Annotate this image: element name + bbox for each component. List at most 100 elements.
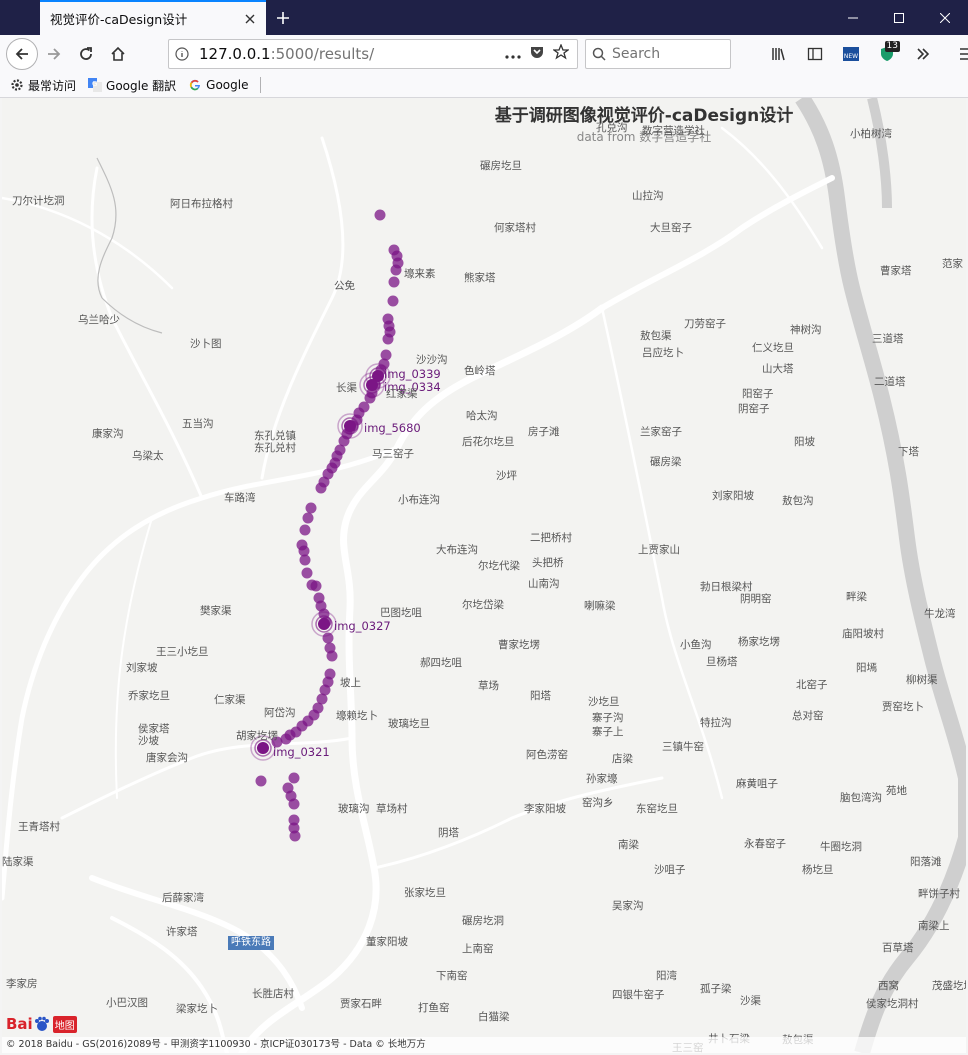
sample-point[interactable] [388,276,400,288]
map-title: 基于调研图像视觉评价-caDesign设计 [494,106,794,126]
bookmark-google[interactable]: Google [188,78,248,92]
close-icon [940,12,950,23]
plus-icon [277,12,289,24]
info-icon[interactable] [169,47,195,61]
bookmark-star-icon[interactable] [552,43,570,64]
place-label: 百草塔 [882,942,914,954]
place-label: 阳坡 [794,436,815,448]
highlighted-sample-point[interactable] [366,379,378,391]
bookmark-google-translate[interactable]: G Google 翻訳 [88,77,176,94]
library-icon[interactable] [764,39,794,69]
reload-button[interactable] [70,38,102,70]
place-label: 东窑圪旦 [636,803,678,815]
bookmark-label: Google 翻訳 [106,78,177,93]
place-label: 畔饼子村 [918,888,960,900]
page-actions-icon[interactable] [505,45,521,64]
sample-point[interactable] [374,209,386,221]
baidu-logo[interactable]: Bai 地图 [6,1015,77,1033]
tab-title: 视觉评价-caDesign设计 [50,12,188,27]
paw-icon [34,1016,49,1031]
sidebar-icon[interactable] [800,39,830,69]
browser-tab[interactable]: 视觉评价-caDesign设计 [40,0,266,35]
place-label: 寨子沟 [592,712,624,724]
place-label: 打鱼窑 [418,1002,450,1014]
place-label: 吕应圪卜 [642,347,684,359]
place-label: 畔梁 [846,591,867,603]
url-bar[interactable]: 127.0.0.1:5000/results/ [168,39,578,69]
forward-button[interactable] [38,38,70,70]
sample-point[interactable] [288,798,300,810]
place-label: 乌梁太 [132,450,164,462]
extension-badge: 13 [884,41,900,52]
arrow-left-icon [15,48,28,60]
highlighted-sample-point[interactable] [344,420,356,432]
place-label: 牛圈圪洞 [820,841,862,853]
overflow-chevron-icon[interactable] [908,39,938,69]
shield-extension-icon[interactable]: 13 [872,39,902,69]
sample-point[interactable] [288,772,300,784]
new-tab-button[interactable] [270,5,296,31]
highlighted-sample-point[interactable] [257,742,269,754]
sample-point[interactable] [382,333,394,345]
url-text[interactable]: 127.0.0.1:5000/results/ [195,45,505,63]
place-label: 沙圪旦 [588,696,620,708]
maximize-icon [894,12,904,23]
sample-point[interactable] [299,524,311,536]
place-label: 南梁上 [918,920,950,932]
sample-point[interactable] [301,567,313,579]
home-button[interactable] [102,38,134,70]
minimize-icon [848,17,858,18]
place-label: 乔家圪旦 [128,690,170,702]
place-label: 樊家渠 [200,605,232,617]
place-label: 长胜店村 [252,988,294,1000]
close-tab-icon[interactable] [238,7,262,31]
place-label: 北窑子 [796,679,828,691]
place-label: 色岭塔 [464,365,496,377]
place-label: 孔兑沟 [596,122,628,134]
news-extension-icon[interactable]: NEW [836,39,866,69]
sample-point[interactable] [310,580,322,592]
search-bar[interactable]: Search [585,39,731,69]
hamburger-menu-icon[interactable] [952,39,968,69]
svg-text:G: G [92,80,97,88]
place-label: 陆家渠 [2,856,34,868]
close-window-button[interactable] [922,0,968,35]
place-label: 沙坪 [496,470,517,482]
place-label: 窑沟乡 [582,797,614,809]
sample-point[interactable] [364,392,376,404]
sample-point[interactable] [289,830,301,842]
map-canvas[interactable]: img_0339 img_0334 img_5680 img_0327 img_0321… [2,98,966,1053]
place-label: 孙家壕 [586,773,618,785]
place-label: 总对窑 [792,710,824,722]
place-label: 碾房圪洞 [462,915,504,927]
place-label: 上南窑 [462,943,494,955]
minimize-button[interactable] [830,0,876,35]
back-button[interactable] [6,38,38,70]
maximize-button[interactable] [876,0,922,35]
pocket-icon[interactable] [529,44,545,64]
highlighted-sample-point[interactable] [318,618,330,630]
navigation-toolbar: 127.0.0.1:5000/results/ Search NEW 13 [0,35,968,73]
sample-point[interactable] [305,502,317,514]
place-label: 王青塔村 [18,821,60,833]
bookmark-most-visited[interactable]: 最常访问 [10,77,76,94]
sample-point[interactable] [255,775,267,787]
sample-point[interactable] [326,650,338,662]
place-label: 小布连沟 [398,494,440,506]
place-label: 王三小圪旦 [156,646,209,658]
sample-point[interactable] [390,264,402,276]
bookmarks-divider [260,77,262,93]
sample-point[interactable] [322,632,334,644]
sample-point[interactable] [299,554,311,566]
place-label: 二道塔 [874,376,906,388]
search-input[interactable]: Search [612,46,660,62]
place-label: 尔圪代梁 [478,560,520,572]
place-label: 敖包沟 [782,495,814,507]
place-label: 仁义圪旦 [752,342,794,354]
place-label: 麻黄咀子 [736,778,778,790]
sample-point[interactable] [315,482,327,494]
place-label: 敖包渠 [640,330,672,342]
sample-point[interactable] [302,512,314,524]
place-label: 玻璃沟 [338,803,370,815]
sample-point[interactable] [387,295,399,307]
